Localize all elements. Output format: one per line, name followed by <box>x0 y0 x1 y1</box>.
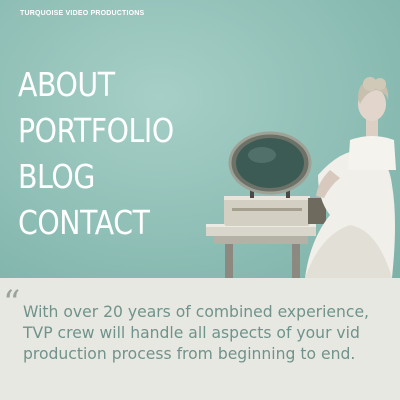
testimonial-line: production process from beginning to end… <box>23 345 356 363</box>
woman-illustration <box>305 77 396 278</box>
testimonial-text: With over 20 years of combined experienc… <box>23 302 400 365</box>
hero-section: TURQUOISE VIDEO PRODUCTIONS ABOUT PORTFO… <box>0 0 400 278</box>
radio-illustration <box>224 196 326 226</box>
hero-illustration <box>206 77 396 278</box>
quote-mark-icon: “ <box>3 283 21 323</box>
testimonial-line: With over 20 years of combined experienc… <box>23 303 370 321</box>
television-illustration <box>228 131 312 198</box>
table-illustration <box>206 224 316 278</box>
testimonial-line: TVP crew will handle all aspects of your… <box>23 324 360 342</box>
testimonial-section: “ With over 20 years of combined experie… <box>0 278 400 400</box>
